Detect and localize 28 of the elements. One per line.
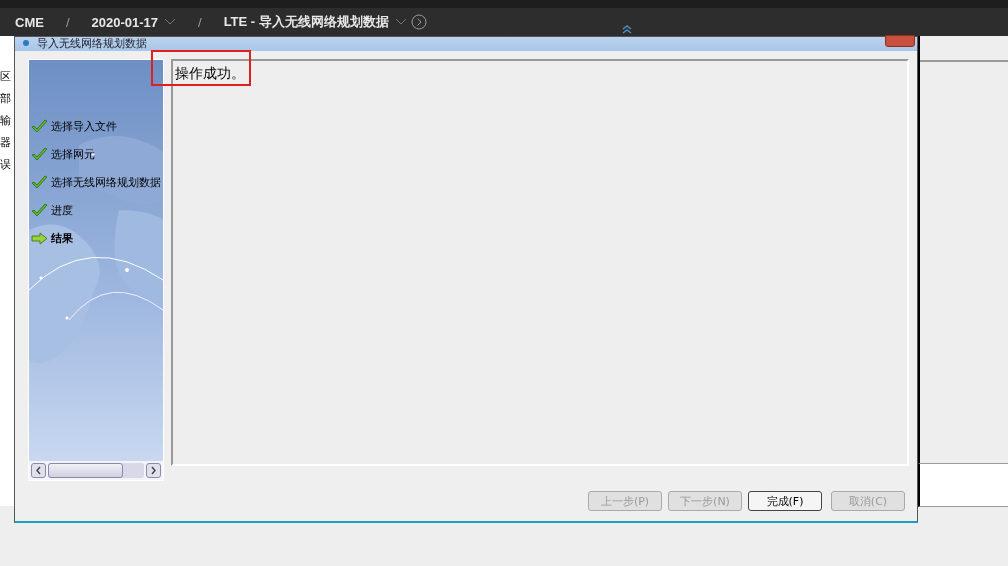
app-icon xyxy=(21,40,31,48)
dialog-title: 导入无线网络规划数据 xyxy=(37,37,147,51)
wizard-step: 选择无线网络规划数据 xyxy=(51,174,161,191)
wizard-step: 结果 xyxy=(51,230,73,247)
background-window-text: 区 xyxy=(0,70,12,84)
scroll-left-icon[interactable] xyxy=(31,463,46,478)
horizontal-scrollbar[interactable] xyxy=(29,461,163,480)
chevron-down-icon[interactable] xyxy=(394,18,407,26)
wizard-step: 选择网元 xyxy=(51,146,95,163)
background-window-text: 部 xyxy=(0,92,12,106)
breadcrumb-separator: / xyxy=(198,14,202,30)
double-chevron-up-icon[interactable] xyxy=(620,24,634,34)
breadcrumb-item[interactable]: 2020-01-17 xyxy=(91,14,158,30)
forward-circle-icon[interactable] xyxy=(410,14,427,30)
breadcrumb-item[interactable]: CME xyxy=(15,14,44,30)
close-button[interactable] xyxy=(885,35,915,47)
wizard-step: 进度 xyxy=(51,202,73,219)
wizard-step: 选择导入文件 xyxy=(51,118,117,135)
chevron-down-icon[interactable] xyxy=(164,18,176,26)
scroll-right-icon[interactable] xyxy=(145,463,161,478)
breadcrumb-item[interactable]: LTE - 导入无线网络规划数据 xyxy=(223,13,389,31)
wizard-button[interactable]: 完成(F) xyxy=(748,491,822,511)
breadcrumb-separator: / xyxy=(65,14,70,30)
result-message: 操作成功。 xyxy=(174,64,245,82)
background-window-text: 器 xyxy=(0,136,12,150)
scrollbar-thumb[interactable] xyxy=(48,463,123,478)
background-window-text: 输 xyxy=(0,114,12,128)
background-window-text: 误 xyxy=(0,158,12,172)
